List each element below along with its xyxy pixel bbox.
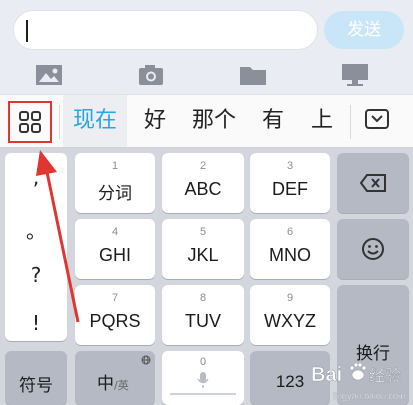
key-number: 9: [286, 292, 294, 304]
image-icon[interactable]: [34, 62, 64, 88]
key-label: ABC: [184, 179, 222, 199]
key-5[interactable]: 5 JKL: [162, 219, 244, 279]
key-8[interactable]: 8 TUV: [162, 285, 244, 345]
punctuation-key[interactable]: ,: [5, 165, 67, 189]
candidate-divider: [59, 105, 60, 139]
key-number: 4: [111, 226, 119, 238]
globe-icon: [141, 355, 151, 365]
svg-text:jingyan.baidu.com: jingyan.baidu.com: [332, 391, 406, 401]
key-2[interactable]: 2 ABC: [162, 153, 244, 213]
symbols-key[interactable]: 符号: [5, 351, 67, 405]
input-bar: 发送: [0, 0, 413, 58]
key-1[interactable]: 1 分词: [75, 153, 155, 213]
message-input[interactable]: [13, 10, 318, 50]
key-9[interactable]: 9 WXYZ: [250, 285, 330, 345]
key-label: JKL: [187, 245, 219, 265]
text-caret: [26, 20, 28, 42]
key-label: TUV: [185, 311, 221, 331]
key-number: 5: [199, 226, 207, 238]
baidu-logo: Bai 经验 jingyan.baidu.com: [311, 362, 406, 401]
candidate-item[interactable]: 有: [262, 95, 284, 147]
candidate-item[interactable]: 好: [144, 95, 166, 147]
key-label: DEF: [272, 179, 308, 199]
folder-icon[interactable]: [238, 62, 268, 88]
punctuation-key[interactable]: 。: [5, 215, 67, 244]
collapse-divider: [350, 105, 351, 139]
candidate-item[interactable]: 现在: [63, 95, 128, 147]
key-7[interactable]: 7 PQRS: [75, 285, 155, 345]
language-switch-label: 中/英: [97, 369, 129, 394]
svg-text:经验: 经验: [369, 366, 401, 385]
key-label: 分词: [98, 184, 132, 204]
candidate-item[interactable]: 上: [311, 95, 333, 147]
smiley-icon: [362, 238, 384, 260]
language-alt: /英: [114, 379, 129, 392]
punctuation-key[interactable]: ?: [5, 263, 67, 287]
key-6[interactable]: 6 MNO: [250, 219, 330, 279]
svg-text:Bai: Bai: [311, 364, 342, 386]
key-number: 2: [199, 160, 207, 172]
key-number: 1: [111, 160, 119, 172]
language-main: 中: [97, 374, 114, 394]
key-label: PQRS: [89, 311, 141, 331]
attachment-toolbar: [0, 58, 413, 94]
candidate-bar: 现在 好 那个 有 上: [0, 94, 413, 148]
key-number: 8: [199, 292, 207, 304]
key-label: GHI: [98, 245, 131, 265]
language-switch-key[interactable]: 中/英: [75, 351, 155, 405]
space-key[interactable]: 0: [162, 351, 244, 405]
chevron-down-icon: [371, 115, 383, 123]
punctuation-column: , 。 ? !: [5, 153, 67, 341]
backspace-icon: [359, 174, 386, 192]
punctuation-key[interactable]: !: [5, 311, 67, 335]
key-4[interactable]: 4 GHI: [75, 219, 155, 279]
key-number: 6: [286, 226, 294, 238]
grid-icon: [19, 111, 41, 133]
key-label: MNO: [269, 245, 311, 265]
key-label: WXYZ: [264, 311, 316, 331]
symbols-key-label: 符号: [19, 376, 53, 396]
emoji-key[interactable]: [337, 219, 409, 279]
camera-icon[interactable]: [136, 62, 166, 88]
send-button[interactable]: 发送: [324, 11, 404, 49]
collapse-keyboard-button[interactable]: [365, 109, 389, 129]
space-bar-line: [170, 393, 236, 395]
space-key-number: 0: [199, 356, 207, 368]
key-number: 3: [286, 160, 294, 172]
baidu-watermark: Bai 经验 jingyan.baidu.com: [305, 351, 413, 405]
backspace-key[interactable]: [337, 153, 409, 213]
candidate-item[interactable]: 那个: [192, 95, 236, 147]
microphone-icon: [197, 372, 209, 388]
desktop-icon[interactable]: [340, 62, 370, 88]
keyboard-menu-button[interactable]: [8, 101, 52, 143]
key-3[interactable]: 3 DEF: [250, 153, 330, 213]
key-number: 7: [111, 292, 119, 304]
